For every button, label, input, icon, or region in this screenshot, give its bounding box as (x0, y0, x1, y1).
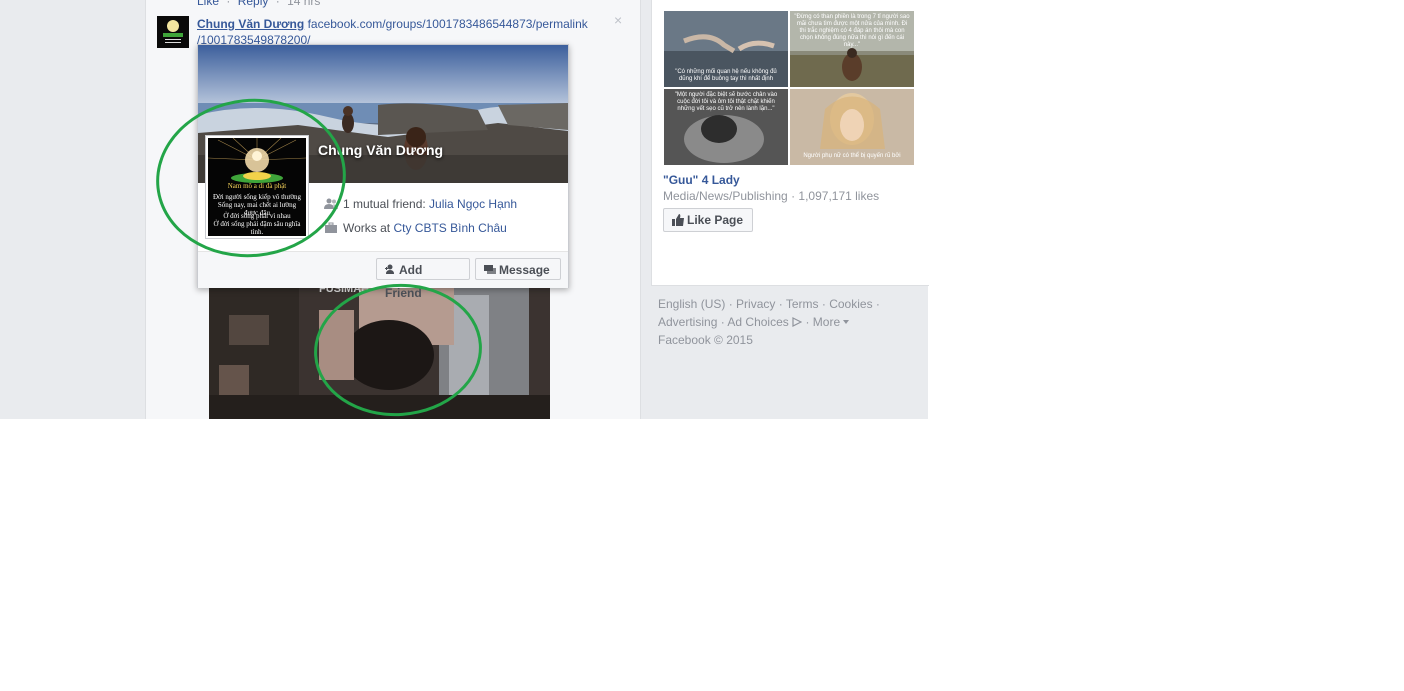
copyright: Facebook © 2015 (658, 333, 753, 347)
comment-author-name[interactable]: Chung Văn Dương (197, 17, 304, 31)
comment-author-avatar[interactable] (157, 16, 189, 48)
thumbs-up-icon (672, 211, 684, 233)
like-link[interactable]: Like (197, 0, 219, 8)
comment-link-line1[interactable]: facebook.com/groups/1001783486544873/per… (308, 17, 588, 31)
separator: · (805, 315, 810, 329)
page-photo-3[interactable]: "Một người đặc biệt sẽ bước chân vào cuộ… (664, 89, 788, 165)
separator: · (226, 0, 231, 8)
message-button[interactable]: Message (475, 258, 561, 280)
footer-link-more[interactable]: More (813, 315, 840, 329)
close-icon[interactable]: × (614, 12, 622, 28)
footer-link-cookies[interactable]: Cookies (829, 297, 872, 311)
separator: · (875, 297, 880, 311)
page-photo-4-caption: Người phụ nữ có thể bị quyến rũ bởi (803, 153, 901, 159)
caret-down-icon (843, 312, 850, 328)
footer-links: English (US) · Privacy · Terms · Cookies… (658, 296, 898, 331)
comment-timestamp[interactable]: 14 hrs (287, 0, 320, 8)
footer-link-ad-choices[interactable]: Ad Choices (727, 315, 788, 329)
mutual-friends-line: 1 mutual friend: Julia Ngọc Hạnh (324, 197, 517, 213)
suggested-page-meta: Media/News/Publishing · 1,097,171 likes (663, 189, 879, 203)
page-photo-1-caption: "Có những mối quan hệ nếu không đủ dũng … (675, 69, 777, 82)
footer-link-privacy[interactable]: Privacy (736, 297, 775, 311)
separator: · (275, 0, 280, 8)
ad-choices-icon (792, 315, 803, 331)
separator: · (720, 315, 725, 329)
workplace-link[interactable]: Cty CBTS Bình Châu (393, 221, 506, 235)
briefcase-icon (324, 222, 338, 237)
like-page-label: Like Page (687, 213, 744, 227)
separator: · (821, 297, 826, 311)
separator: · (791, 189, 796, 203)
page-likes-count: 1,097,171 likes (798, 189, 880, 203)
reply-link[interactable]: Reply (238, 0, 269, 8)
footer-link-advertising[interactable]: Advertising (658, 315, 717, 329)
message-icon (484, 260, 496, 282)
page-photo-3-caption: "Một người đặc biệt sẽ bước chân vào cuộ… (674, 92, 778, 112)
like-page-button[interactable]: Like Page (663, 208, 753, 232)
message-label: Message (499, 263, 550, 277)
add-friend-button[interactable]: Add Friend (376, 258, 470, 300)
separator: · (778, 297, 783, 311)
works-at-line: Works at Cty CBTS Bình Châu (324, 221, 507, 237)
page-photo-4[interactable]: Người phụ nữ có thể bị quyến rũ bởi (790, 89, 914, 165)
add-friend-icon (385, 260, 396, 282)
works-at-prefix: Works at (343, 221, 394, 235)
mutual-friend-link[interactable]: Julia Ngọc Hạnh (429, 197, 517, 211)
page-category: Media/News/Publishing (663, 189, 788, 203)
suggested-page-name[interactable]: "Guu" 4 Lady (663, 173, 740, 187)
page-photo-1[interactable]: "Có những mối quan hệ nếu không đủ dũng … (664, 11, 788, 87)
previous-comment-actions: Like · Reply · 14 hrs (197, 0, 324, 8)
mutual-friends-prefix: 1 mutual friend: (343, 197, 430, 211)
footer-link-terms[interactable]: Terms (786, 297, 819, 311)
page-photo-2-caption: "Đừng có than phiền là trong 7 tỉ người … (794, 14, 910, 48)
separator: · (728, 297, 733, 311)
page-photo-2[interactable]: "Đừng có than phiền là trong 7 tỉ người … (790, 11, 914, 87)
footer-link-language[interactable]: English (US) (658, 297, 725, 311)
